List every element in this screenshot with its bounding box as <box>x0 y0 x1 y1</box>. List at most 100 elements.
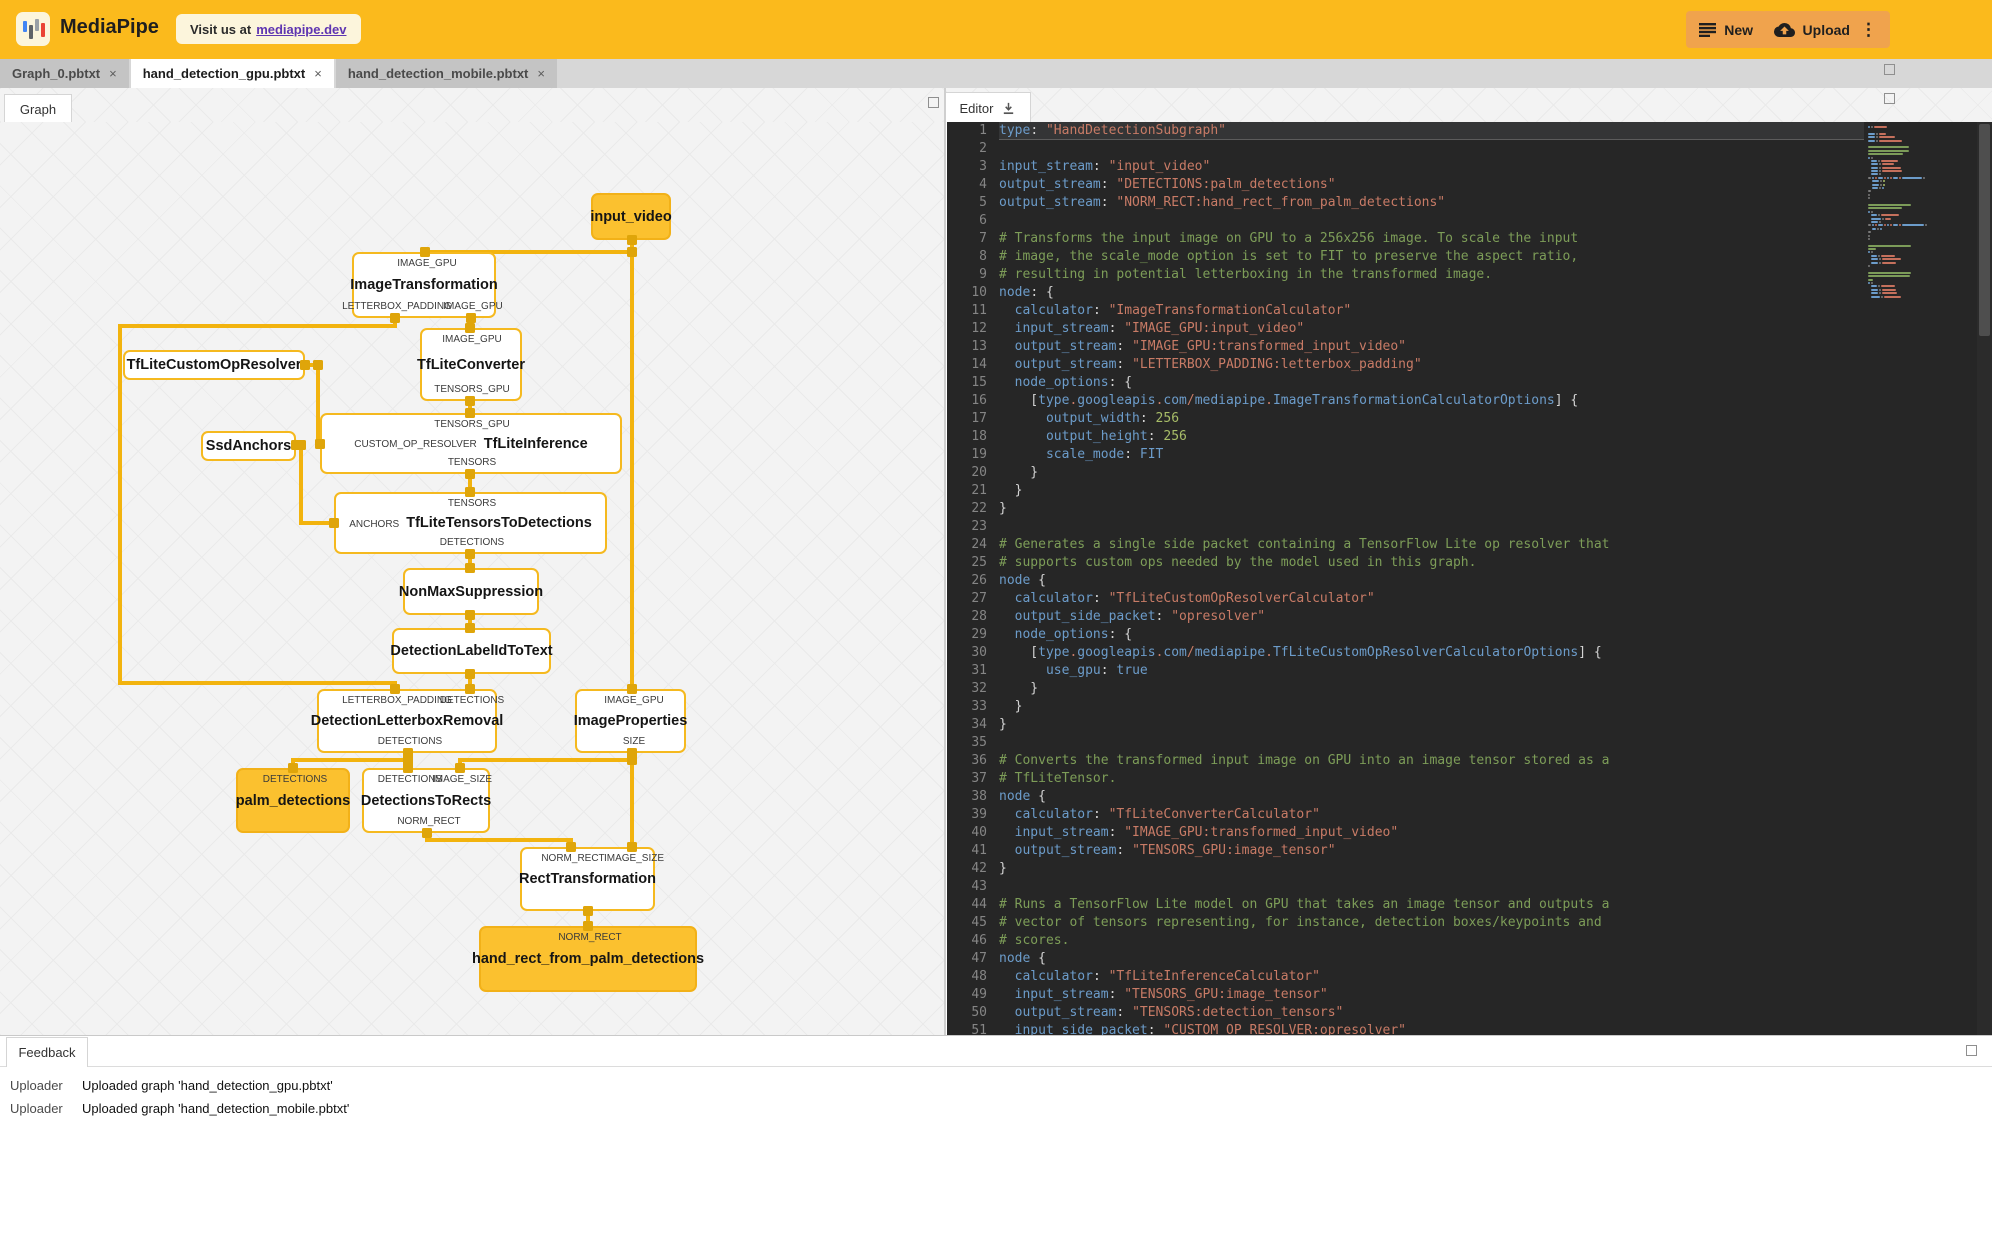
line-number: 26 <box>971 573 987 588</box>
feedback-message: Uploaded graph 'hand_detection_mobile.pb… <box>82 1101 350 1116</box>
close-icon[interactable]: × <box>314 66 322 81</box>
code-line: use_gpu: true <box>1045 663 1148 678</box>
line-number: 24 <box>971 537 987 552</box>
code-line: input_stream: "IMAGE_GPU:input_video" <box>1014 321 1305 336</box>
port <box>627 235 637 245</box>
code-line: input_stream: "IMAGE_GPU:transformed_inp… <box>1014 825 1399 840</box>
new-button[interactable]: New <box>1686 11 1766 48</box>
code-line: } <box>999 465 1039 480</box>
port-label: LETTERBOX_PADDING <box>342 301 452 312</box>
code-line: # vector of tensors representing, for in… <box>999 915 1602 930</box>
upload-more-kebab-icon[interactable]: ⋮ <box>1860 21 1877 38</box>
code-line: [type.googleapis.com/mediapipe.TfLiteCus… <box>999 645 1602 660</box>
code-line: # image, the scale_mode option is set to… <box>999 249 1579 264</box>
visit-prefix: Visit us at <box>190 21 252 37</box>
port <box>390 313 400 323</box>
port <box>465 408 475 418</box>
port <box>300 360 310 370</box>
code-line: # TfLiteTensor. <box>999 771 1117 786</box>
line-number: 31 <box>971 663 987 678</box>
graph-node-hand_rect_from_palm_detections[interactable]: hand_rect_from_palm_detections NORM_RECT <box>472 926 704 992</box>
port-label: SIZE <box>622 736 646 747</box>
code-line: output_stream: "LETTERBOX_PADDING:letter… <box>1014 357 1422 372</box>
port-label: NORM_RECT <box>541 853 605 864</box>
port <box>627 842 637 852</box>
file-tab-Graph_0.pbtxt[interactable]: Graph_0.pbtxt × <box>0 59 129 88</box>
editor-panel-expand-icon-2[interactable] <box>1884 93 1895 104</box>
mediapipe-dev-link[interactable]: mediapipe.dev <box>256 22 346 37</box>
panel-divider[interactable] <box>944 88 946 1035</box>
file-tab-label: hand_detection_gpu.pbtxt <box>142 66 306 81</box>
file-tab-bar: Graph_0.pbtxt × hand_detection_gpu.pbtxt × h… <box>0 59 1992 88</box>
line-number: 1 <box>979 123 987 138</box>
port <box>465 396 475 406</box>
editor-minimap[interactable] <box>1868 126 1962 299</box>
node-title: input_video <box>590 208 672 225</box>
editor-code[interactable]: type: "HandDetectionSubgraph" input_stre… <box>999 122 1864 1035</box>
graph-node-RectTransformation[interactable]: RectTransformation NORM_RECT IMAGE_SIZE <box>519 847 664 911</box>
mediapipe-logo-icon <box>16 12 50 46</box>
graph-canvas[interactable]: input_video ImageTransformation IMAGE_GPU L… <box>0 122 944 1035</box>
line-number: 18 <box>971 429 987 444</box>
graph-node-NonMaxSuppression[interactable]: NonMaxSuppression <box>399 568 543 615</box>
line-number: 49 <box>971 987 987 1002</box>
tab-feedback[interactable]: Feedback <box>6 1037 88 1067</box>
file-tab-hand_detection_gpu.pbtxt[interactable]: hand_detection_gpu.pbtxt × <box>130 59 334 88</box>
tab-graph[interactable]: Graph <box>4 94 72 123</box>
port <box>465 623 475 633</box>
graph-node-input_video[interactable]: input_video <box>590 193 672 240</box>
code-line: output_stream: "TENSORS_GPU:image_tensor… <box>1014 843 1336 858</box>
line-number: 36 <box>971 753 987 768</box>
file-tab-hand_detection_mobile.pbtxt[interactable]: hand_detection_mobile.pbtxt × <box>335 59 557 88</box>
editor-panel-expand-icon[interactable] <box>1884 64 1895 75</box>
graph-tab-label: Graph <box>19 101 57 117</box>
line-number: 43 <box>971 879 987 894</box>
graph-node-TfLiteCustomOpResolver[interactable]: TfLiteCustomOpResolver <box>123 350 305 380</box>
new-list-icon <box>1699 22 1717 37</box>
code-line: node { <box>999 951 1046 966</box>
graph-node-TfLiteTensorsToDetections[interactable]: ANCHORS TfLiteTensorsToDetections TENSORS D… <box>334 492 607 554</box>
close-icon[interactable]: × <box>109 66 117 81</box>
node-title: TfLiteTensorsToDetections <box>406 515 592 531</box>
close-icon[interactable]: × <box>537 66 545 81</box>
node-title: ImageTransformation <box>350 277 498 293</box>
line-number: 16 <box>971 393 987 408</box>
port <box>465 684 475 694</box>
line-number: 7 <box>979 231 987 246</box>
download-icon[interactable] <box>1001 101 1016 116</box>
graph-node-DetectionsToRects[interactable]: DetectionsToRects DETECTIONS IMAGE_SIZE NOR… <box>361 768 492 833</box>
graph-node-ImageTransformation[interactable]: ImageTransformation IMAGE_GPU LETTERBOX_PA… <box>342 252 503 318</box>
code-line: [type.googleapis.com/mediapipe.ImageTran… <box>999 393 1579 408</box>
editor-scrollbar-thumb[interactable] <box>1979 124 1990 336</box>
graph-panel-expand-icon[interactable] <box>928 97 939 108</box>
port <box>465 549 475 559</box>
editor-line-numbers: 1 2 3 4 5 6 7 8 9 10 11 12 13 14 15 16 17 18 19 20 21 22 23 24 2… <box>947 122 987 1035</box>
graph-node-TfLiteInference[interactable]: CUSTOM_OP_RESOLVER TfLiteInference TENSORS… <box>320 413 622 474</box>
graph-node-DetectionLetterboxRemoval[interactable]: DetectionLetterboxRemoval LETTERBOX_PADDI… <box>311 689 504 753</box>
port <box>466 313 476 323</box>
line-number: 6 <box>979 213 987 228</box>
editor-scrollbar[interactable] <box>1977 122 1992 1035</box>
code-line: # resulting in potential letterboxing in… <box>999 267 1493 282</box>
line-number: 10 <box>971 285 987 300</box>
line-number: 25 <box>971 555 987 570</box>
graph-node-TfLiteConverter[interactable]: TfLiteConverter IMAGE_GPU TENSORS_GPU <box>417 328 525 401</box>
node-title: TfLiteConverter <box>417 356 525 373</box>
line-number: 22 <box>971 501 987 516</box>
graph-node-SsdAnchors[interactable]: SsdAnchors <box>201 431 296 461</box>
node-title: DetectionLabelIdToText <box>390 643 553 659</box>
graph-node-ImageProperties[interactable]: ImageProperties IMAGE_GPU SIZE <box>574 689 687 753</box>
code-editor[interactable]: 1 2 3 4 5 6 7 8 9 10 11 12 13 14 15 16 17 18 19 20 21 22 23 24 2… <box>947 122 1992 1035</box>
tab-editor[interactable]: Editor <box>945 92 1031 123</box>
upload-button[interactable]: Upload ⋮ <box>1760 11 1890 48</box>
graph-node-DetectionLabelIdToText[interactable]: DetectionLabelIdToText <box>390 628 553 674</box>
code-line: # Runs a TensorFlow Lite model on GPU th… <box>999 897 1610 912</box>
feedback-expand-icon[interactable] <box>1966 1045 1977 1056</box>
app-title: MediaPipe <box>60 16 159 38</box>
line-number: 44 <box>971 897 987 912</box>
line-number: 37 <box>971 771 987 786</box>
graph-node-palm_detections[interactable]: palm_detections DETECTIONS <box>236 768 350 833</box>
port <box>315 439 325 449</box>
